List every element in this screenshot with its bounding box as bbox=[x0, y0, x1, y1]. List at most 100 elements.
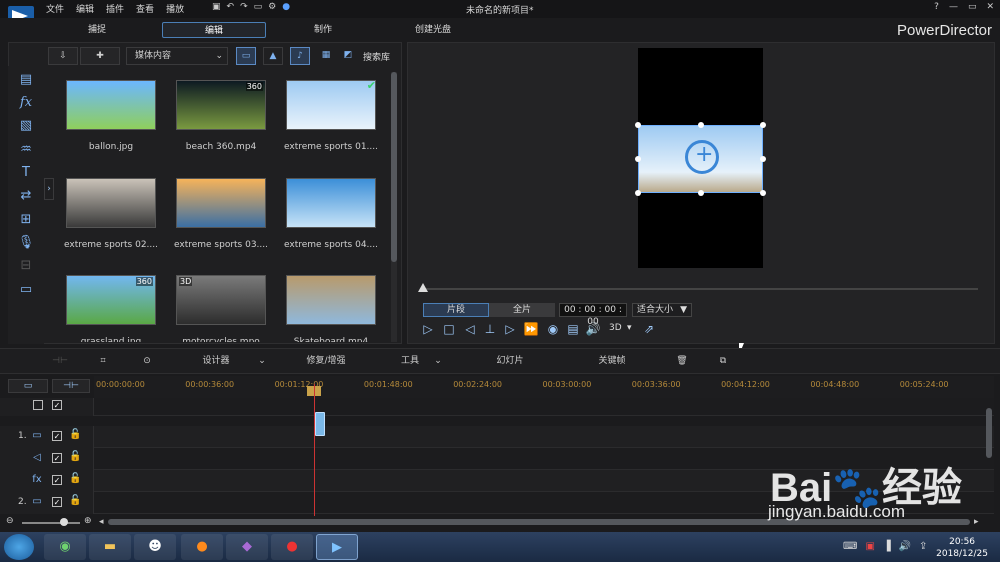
search-library-label[interactable]: 搜索库 bbox=[363, 50, 390, 63]
media-thumbnail[interactable]: ✔ bbox=[286, 79, 376, 130]
library-scroll-thumb[interactable] bbox=[391, 72, 397, 262]
view-mode-icon[interactable]: ▦ bbox=[316, 47, 336, 65]
network-icon[interactable]: ▐ bbox=[883, 541, 891, 552]
taskbar-app-purple-icon[interactable]: ◆ bbox=[226, 534, 268, 560]
taskbar-powerdirector-icon[interactable]: ▶ bbox=[316, 534, 358, 560]
tools-chevron-icon[interactable]: ⌄ bbox=[432, 352, 444, 370]
preview-seekbar[interactable] bbox=[420, 288, 978, 290]
stop-icon[interactable]: □ bbox=[441, 321, 457, 337]
zoom-handle[interactable] bbox=[60, 518, 68, 526]
tab-edit[interactable]: 编辑 bbox=[162, 22, 266, 38]
image-filter-icon[interactable]: ▲ bbox=[263, 47, 283, 65]
subtitle-icon[interactable]: ▤ bbox=[565, 321, 581, 337]
upgrade-icon[interactable]: ● bbox=[282, 2, 290, 12]
effects-room-icon[interactable]: fx bbox=[16, 95, 36, 111]
split-icon[interactable]: ⊥ bbox=[482, 321, 498, 337]
playhead-line[interactable] bbox=[314, 384, 315, 516]
settings-gear-icon[interactable]: ⚙ bbox=[268, 2, 276, 12]
all-tracks-checkbox[interactable] bbox=[33, 400, 43, 410]
close-icon[interactable]: ✕ bbox=[986, 2, 994, 12]
resize-handle[interactable] bbox=[635, 156, 641, 162]
menu-view[interactable]: 查看 bbox=[136, 2, 154, 15]
chapter-room-icon[interactable]: ⊟ bbox=[16, 258, 36, 274]
media-thumbnail[interactable] bbox=[286, 178, 376, 228]
taskbar-firefox-icon[interactable]: ● bbox=[181, 534, 223, 560]
voice-over-icon[interactable]: 🎙 bbox=[16, 235, 36, 251]
track-enable-checkbox[interactable]: ✓ bbox=[52, 400, 62, 410]
storyboard-view-button[interactable]: ⊣⊢ bbox=[52, 379, 90, 393]
media-thumbnail[interactable] bbox=[176, 178, 266, 228]
save-icon[interactable]: ▣ bbox=[212, 2, 221, 12]
snapshot-icon[interactable]: ◉ bbox=[545, 321, 561, 337]
pip-room-icon[interactable]: ▧ bbox=[16, 118, 36, 134]
menu-edit[interactable]: 编辑 bbox=[76, 2, 94, 15]
resize-handle[interactable] bbox=[698, 190, 704, 196]
video-filter-icon[interactable]: ▭ bbox=[236, 47, 256, 65]
lock-icon[interactable]: 🔓 bbox=[69, 495, 81, 506]
scroll-left-icon[interactable]: ◂ bbox=[99, 517, 104, 527]
aspect-ratio-icon[interactable]: ▭ bbox=[254, 2, 263, 12]
seek-slider-icon[interactable] bbox=[418, 283, 428, 292]
tab-create-disc[interactable]: 创建光盘 bbox=[400, 22, 466, 38]
menu-plugins[interactable]: 插件 bbox=[106, 2, 124, 15]
media-thumbnail[interactable] bbox=[66, 178, 156, 228]
resize-handle[interactable] bbox=[760, 190, 766, 196]
audio-filter-icon[interactable]: ♪ bbox=[290, 47, 310, 65]
crop-icon[interactable]: ⌗ bbox=[94, 352, 112, 370]
video-track[interactable]: 1. ▭ ✓ 🔓 bbox=[0, 426, 994, 448]
fit-size-dropdown[interactable]: 适合大小 ▼ bbox=[632, 303, 692, 317]
slideshow-button[interactable]: 幻灯片 bbox=[490, 352, 530, 370]
taskbar-explorer-icon[interactable]: ▬ bbox=[89, 534, 131, 560]
taskbar-app-green-icon[interactable]: ◉ bbox=[44, 534, 86, 560]
media-thumbnail[interactable] bbox=[286, 275, 376, 325]
scroll-right-icon[interactable]: ▸ bbox=[974, 517, 979, 527]
menu-file[interactable]: 文件 bbox=[46, 2, 64, 15]
transition-room-icon[interactable]: ⇄ bbox=[16, 188, 36, 204]
timeline-clip[interactable] bbox=[315, 412, 325, 436]
track-enable-checkbox[interactable]: ✓ bbox=[52, 475, 62, 485]
repair-enhance-button[interactable]: 修复/增强 bbox=[298, 352, 354, 370]
volume-tray-icon[interactable]: 🔊 bbox=[899, 541, 911, 552]
undo-icon[interactable]: ↶ bbox=[227, 2, 235, 12]
3d-dropdown-arrow-icon[interactable]: ▾ bbox=[627, 323, 632, 333]
trash-icon[interactable]: 🗑 bbox=[674, 352, 690, 370]
lock-icon[interactable]: 🔓 bbox=[69, 429, 81, 440]
zoom-out-icon[interactable]: ⊖ bbox=[6, 516, 14, 526]
volume-icon[interactable]: 🔊 bbox=[585, 321, 601, 337]
lock-icon[interactable]: 🔓 bbox=[69, 451, 81, 462]
audio-mix-room-icon[interactable]: ⊞ bbox=[16, 212, 36, 228]
library-content-dropdown[interactable]: 媒体内容 ⌄ bbox=[126, 47, 228, 65]
tab-produce[interactable]: 制作 bbox=[290, 22, 356, 38]
resize-handle[interactable] bbox=[635, 190, 641, 196]
redo-icon[interactable]: ↷ bbox=[240, 2, 248, 12]
media-thumbnail[interactable]: 360 bbox=[66, 275, 156, 325]
media-room-icon[interactable]: ▤ bbox=[16, 72, 36, 88]
media-thumbnail[interactable]: 360 bbox=[176, 80, 266, 130]
resize-handle[interactable] bbox=[760, 122, 766, 128]
split-track-icon[interactable]: ⊣⊢ bbox=[50, 352, 70, 370]
taskbar-recorder-icon[interactable]: ● bbox=[271, 534, 313, 560]
resize-handle[interactable] bbox=[698, 122, 704, 128]
tray-app-icon[interactable]: ▣ bbox=[865, 541, 874, 552]
system-clock[interactable]: 20:56 2018/12/25 bbox=[936, 536, 988, 560]
subtitle-room-icon[interactable]: ▭ bbox=[16, 282, 36, 298]
tab-capture[interactable]: 捕捉 bbox=[62, 22, 132, 38]
restore-icon[interactable]: ▭ bbox=[968, 2, 977, 12]
media-thumbnail[interactable] bbox=[66, 80, 156, 130]
track-enable-checkbox[interactable]: ✓ bbox=[52, 431, 62, 441]
previous-frame-icon[interactable]: ◁ bbox=[462, 321, 478, 337]
plugins-button[interactable]: ✚ bbox=[80, 47, 120, 65]
particle-room-icon[interactable]: ♒ bbox=[16, 142, 36, 158]
lock-icon[interactable]: 🔓 bbox=[69, 473, 81, 484]
tray-up-arrow-icon[interactable]: ⇪ bbox=[919, 541, 927, 552]
taskbar-qq-icon[interactable]: ☻ bbox=[134, 534, 176, 560]
zoom-in-icon[interactable]: ⊕ bbox=[84, 516, 92, 526]
tools-button[interactable]: 工具 bbox=[396, 352, 424, 370]
more-features-icon[interactable]: ⧉ bbox=[714, 352, 732, 370]
designer-button[interactable]: 设计器 bbox=[196, 352, 236, 370]
title-room-icon[interactable]: T bbox=[16, 165, 36, 181]
fast-forward-icon[interactable]: ⏩ bbox=[523, 321, 539, 337]
preview-clip[interactable]: + bbox=[638, 125, 763, 193]
library-scrollbar[interactable] bbox=[391, 72, 397, 342]
zoom-slider[interactable] bbox=[22, 522, 80, 524]
